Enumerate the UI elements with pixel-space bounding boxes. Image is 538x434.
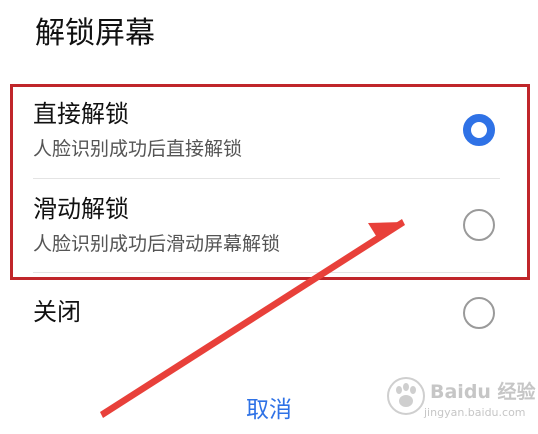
paw-icon: [387, 377, 425, 415]
option-label: 关闭: [33, 298, 81, 326]
dialog-title: 解锁屏幕: [35, 16, 155, 51]
watermark-url: jingyan.baidu.com: [424, 406, 526, 419]
option-off[interactable]: 关闭: [33, 296, 500, 336]
watermark-brand: Baidu 经验: [430, 381, 536, 403]
baidu-watermark: Baidu 经验 jingyan.baidu.com: [386, 376, 536, 426]
annotation-highlight-box: [10, 84, 530, 280]
radio-off[interactable]: [463, 297, 495, 329]
